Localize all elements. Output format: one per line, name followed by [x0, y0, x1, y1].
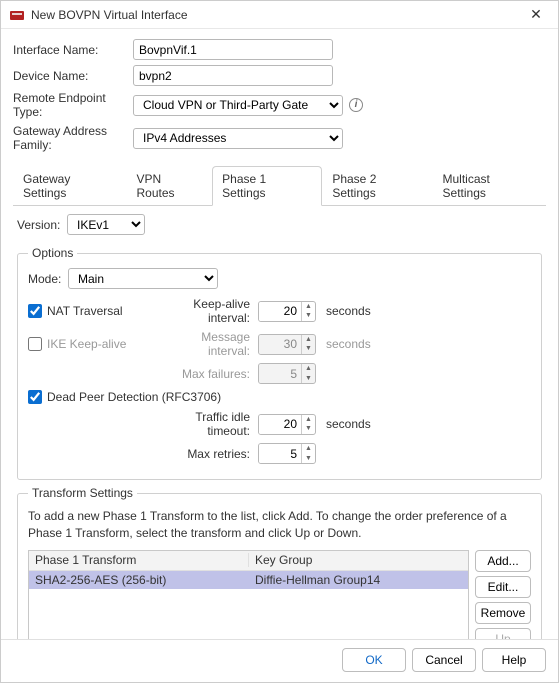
- dpd-label: Dead Peer Detection (RFC3706): [47, 390, 221, 404]
- tabstrip: Gateway Settings VPN Routes Phase 1 Sett…: [13, 165, 546, 206]
- endpoint-type-select[interactable]: Cloud VPN or Third-Party Gateway: [133, 95, 343, 116]
- transform-legend: Transform Settings: [28, 486, 137, 500]
- window: New BOVPN Virtual Interface ✕ Interface …: [0, 0, 559, 683]
- table-row[interactable]: SHA2-256-AES (256-bit) Diffie-Hellman Gr…: [29, 571, 468, 589]
- tab-gateway-settings[interactable]: Gateway Settings: [13, 166, 127, 206]
- chevron-down-icon[interactable]: ▼: [302, 454, 315, 464]
- tab-phase1-settings[interactable]: Phase 1 Settings: [212, 166, 322, 206]
- ike-keepalive-label: IKE Keep-alive: [47, 337, 126, 351]
- max-failures-spinner: ▲▼: [258, 363, 316, 384]
- retries-input[interactable]: [259, 444, 301, 463]
- keepalive-label: Keep-alive interval:: [158, 297, 258, 325]
- info-icon[interactable]: i: [349, 98, 363, 112]
- dpd-checkbox[interactable]: [28, 390, 42, 404]
- keepalive-spinner[interactable]: ▲▼: [258, 301, 316, 322]
- col-keygroup: Key Group: [249, 553, 468, 567]
- cell-keygroup: Diffie-Hellman Group14: [249, 573, 468, 587]
- add-button[interactable]: Add...: [475, 550, 531, 572]
- cancel-button[interactable]: Cancel: [412, 648, 476, 672]
- up-button: Up: [475, 628, 531, 639]
- close-icon[interactable]: ✕: [522, 5, 550, 25]
- footer: OK Cancel Help: [1, 639, 558, 682]
- chevron-up-icon: ▲: [302, 335, 315, 345]
- chevron-down-icon[interactable]: ▼: [302, 424, 315, 434]
- mode-label: Mode:: [28, 272, 68, 286]
- chevron-up-icon[interactable]: ▲: [302, 302, 315, 312]
- nat-traversal-label: NAT Traversal: [47, 304, 123, 318]
- idle-spinner[interactable]: ▲▼: [258, 414, 316, 435]
- idle-input[interactable]: [259, 415, 301, 434]
- device-name-label: Device Name:: [13, 69, 133, 83]
- tab-phase2-settings[interactable]: Phase 2 Settings: [322, 166, 432, 206]
- window-title: New BOVPN Virtual Interface: [31, 8, 522, 22]
- remove-button[interactable]: Remove: [475, 602, 531, 624]
- options-legend: Options: [28, 246, 77, 260]
- table-header: Phase 1 Transform Key Group: [29, 551, 468, 571]
- mode-select[interactable]: Main: [68, 268, 218, 289]
- interface-name-input[interactable]: [133, 39, 333, 60]
- idle-label: Traffic idle timeout:: [158, 410, 258, 438]
- chevron-down-icon: ▼: [302, 344, 315, 354]
- transform-list[interactable]: Phase 1 Transform Key Group SHA2-256-AES…: [28, 550, 469, 639]
- address-family-select[interactable]: IPv4 Addresses: [133, 128, 343, 149]
- chevron-up-icon[interactable]: ▲: [302, 415, 315, 425]
- ike-keepalive-checkbox[interactable]: [28, 337, 42, 351]
- chevron-up-icon[interactable]: ▲: [302, 444, 315, 454]
- chevron-up-icon: ▲: [302, 364, 315, 374]
- titlebar: New BOVPN Virtual Interface ✕: [1, 1, 558, 29]
- chevron-down-icon: ▼: [302, 374, 315, 384]
- msg-interval-input: [259, 335, 301, 354]
- msg-interval-label: Message interval:: [158, 330, 258, 358]
- idle-unit: seconds: [326, 417, 371, 431]
- retries-label: Max retries:: [158, 447, 258, 461]
- transform-fieldset: Transform Settings To add a new Phase 1 …: [17, 486, 542, 639]
- help-button[interactable]: Help: [482, 648, 546, 672]
- tab-vpn-routes[interactable]: VPN Routes: [127, 166, 213, 206]
- version-select[interactable]: IKEv1: [67, 214, 145, 235]
- interface-name-label: Interface Name:: [13, 43, 133, 57]
- tab-multicast-settings[interactable]: Multicast Settings: [433, 166, 546, 206]
- max-failures-label: Max failures:: [158, 367, 258, 381]
- edit-button[interactable]: Edit...: [475, 576, 531, 598]
- chevron-down-icon[interactable]: ▼: [302, 311, 315, 321]
- app-icon: [9, 7, 25, 23]
- keepalive-unit: seconds: [326, 304, 371, 318]
- transform-desc: To add a new Phase 1 Transform to the li…: [28, 508, 531, 542]
- col-transform: Phase 1 Transform: [29, 553, 249, 567]
- retries-spinner[interactable]: ▲▼: [258, 443, 316, 464]
- options-fieldset: Options Mode: Main NAT Traversal Keep-al…: [17, 246, 542, 480]
- max-failures-input: [259, 364, 301, 383]
- keepalive-input[interactable]: [259, 302, 301, 321]
- address-family-label: Gateway Address Family:: [13, 124, 133, 152]
- endpoint-type-label: Remote Endpoint Type:: [13, 91, 133, 119]
- cell-transform: SHA2-256-AES (256-bit): [29, 573, 249, 587]
- msg-interval-unit: seconds: [326, 337, 371, 351]
- ok-button[interactable]: OK: [342, 648, 406, 672]
- nat-traversal-checkbox[interactable]: [28, 304, 42, 318]
- device-name-input[interactable]: [133, 65, 333, 86]
- msg-interval-spinner: ▲▼: [258, 334, 316, 355]
- version-label: Version:: [17, 218, 67, 232]
